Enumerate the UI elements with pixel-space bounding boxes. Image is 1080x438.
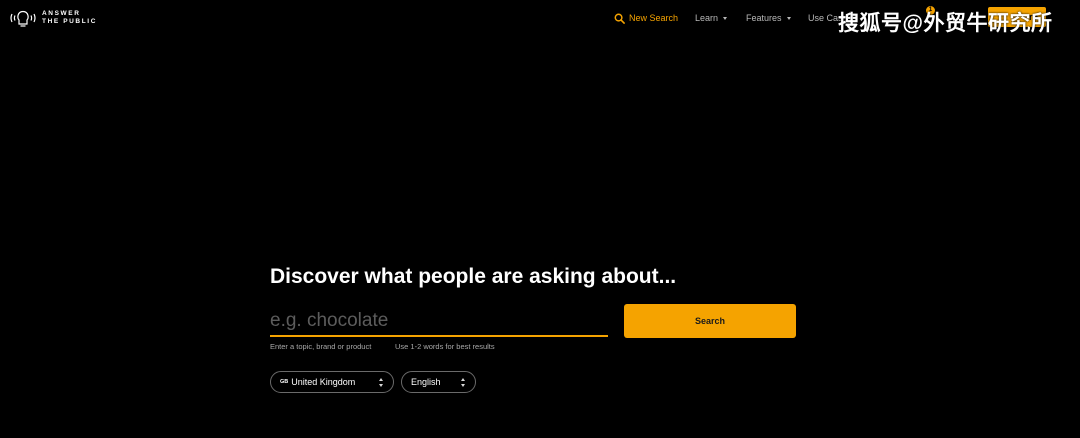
country-select-value: United Kingdom	[291, 377, 356, 387]
search-button[interactable]: Search	[624, 304, 796, 338]
chevron-down-icon	[723, 16, 728, 20]
search-input[interactable]	[270, 307, 608, 337]
search-hint-topic: Enter a topic, brand or product	[270, 342, 372, 351]
nav-new-search[interactable]: New Search	[614, 11, 678, 25]
nav-new-search-label: New Search	[629, 13, 679, 23]
country-flag-code: GB	[280, 379, 289, 385]
nav-features[interactable]: Features	[746, 11, 791, 25]
answer-the-public-page: ANSWER THE PUBLIC New Search Learn Featu…	[0, 0, 1080, 438]
search-icon	[614, 13, 625, 24]
page-headline: Discover what people are asking about...	[270, 265, 677, 288]
language-select[interactable]: English	[401, 371, 476, 393]
top-header: ANSWER THE PUBLIC New Search Learn Featu…	[0, 0, 1080, 36]
brand-line-2: THE PUBLIC	[42, 18, 97, 25]
lightbulb-head-icon	[10, 10, 36, 27]
up-down-arrows-icon	[379, 378, 384, 387]
search-hint-words: Use 1-2 words for best results	[395, 342, 495, 351]
nav-features-label: Features	[746, 13, 782, 23]
language-select-value: English	[411, 377, 441, 387]
nav-learn[interactable]: Learn	[695, 11, 728, 25]
brand-line-1: ANSWER	[42, 10, 81, 17]
chevron-down-icon	[786, 16, 791, 20]
country-select[interactable]: GB United Kingdom	[270, 371, 394, 393]
brand-wordmark: ANSWER THE PUBLIC	[42, 10, 97, 26]
brand-logo[interactable]: ANSWER THE PUBLIC	[8, 8, 97, 28]
nav-learn-label: Learn	[695, 13, 719, 23]
up-down-arrows-icon	[461, 378, 466, 387]
watermark-text: 搜狐号@外贸牛研究所	[838, 12, 1053, 35]
